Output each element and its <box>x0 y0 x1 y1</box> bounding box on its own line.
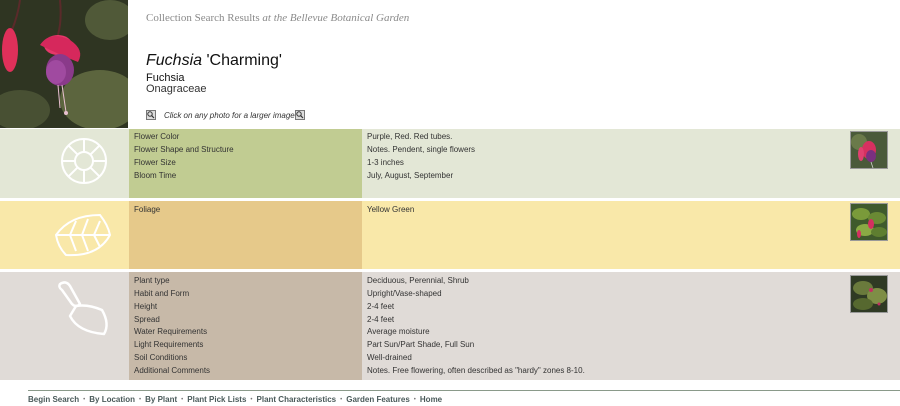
plant-labels: Plant type Habit and Form Height Spread … <box>129 272 362 380</box>
row-value: Purple, Red. Red tubes. <box>367 132 453 141</box>
footer-link-by-plant[interactable]: By Plant <box>145 395 177 404</box>
foliage-section: Foliage Yellow Green <box>0 201 900 269</box>
genus: Fuchsia <box>146 52 203 69</box>
row-label: Soil Conditions <box>134 353 188 362</box>
row-label: Flower Color <box>134 132 180 141</box>
heading-garden: at the Bellevue Botanical Garden <box>262 12 410 24</box>
heading-text: Collection Search Results <box>146 12 260 24</box>
magnify-icon[interactable] <box>146 110 156 120</box>
row-label: Additional Comments <box>134 366 211 375</box>
footer-separator: • <box>139 396 142 403</box>
flower-labels: Flower Color Flower Shape and Structure … <box>129 129 362 198</box>
row-label: Light Requirements <box>134 340 204 349</box>
row-value: Yellow Green <box>367 205 415 214</box>
page-heading: Collection Search Results at the Bellevu… <box>146 12 409 24</box>
row-label: Flower Shape and Structure <box>134 145 234 154</box>
flower-values: Purple, Red. Red tubes. Notes. Pendent, … <box>362 129 900 198</box>
footer-divider <box>28 390 900 391</box>
row-label: Height <box>134 302 158 311</box>
row-value: 2-4 feet <box>367 302 395 311</box>
trowel-icon <box>58 281 108 336</box>
hero-photo[interactable] <box>0 0 128 128</box>
footer-link-begin-search[interactable]: Begin Search <box>28 395 79 404</box>
plant-thumbnail[interactable] <box>850 275 888 313</box>
row-label: Spread <box>134 315 160 324</box>
footer-separator: • <box>181 396 184 403</box>
row-value: July, August, September <box>367 171 454 180</box>
row-label: Flower Size <box>134 158 176 167</box>
row-value: Upright/Vase-shaped <box>367 289 442 298</box>
row-value: Deciduous, Perennial, Shrub <box>367 276 469 285</box>
footer-separator: • <box>250 396 253 403</box>
row-value: Notes. Pendent, single flowers <box>367 145 476 154</box>
flower-icon-cell <box>0 129 129 198</box>
row-label: Foliage <box>134 205 161 214</box>
footer-link-plant-characteristics[interactable]: Plant Characteristics <box>257 395 337 404</box>
footer-link-by-location[interactable]: By Location <box>89 395 135 404</box>
footer-nav: Begin Search • By Location • By Plant • … <box>28 395 442 404</box>
footer-separator: • <box>83 396 86 403</box>
plant-values: Deciduous, Perennial, Shrub Upright/Vase… <box>362 272 900 380</box>
flower-section: Flower Color Flower Shape and Structure … <box>0 129 900 198</box>
row-value: Average moisture <box>367 327 430 336</box>
foliage-thumbnail[interactable] <box>850 203 888 241</box>
row-value: 2-4 feet <box>367 315 395 324</box>
row-value: Part Sun/Part Shade, Full Sun <box>367 340 475 349</box>
row-label: Habit and Form <box>134 289 190 298</box>
foliage-values: Yellow Green <box>362 201 900 269</box>
plant-section: Plant type Habit and Form Height Spread … <box>0 272 900 380</box>
photo-hint: Click on any photo for a larger image <box>146 109 305 121</box>
footer-link-plant-pick-lists[interactable]: Plant Pick Lists <box>187 395 246 404</box>
footer-link-home[interactable]: Home <box>420 395 442 404</box>
photo-hint-text: Click on any photo for a larger image <box>164 110 295 120</box>
row-value: Well-drained <box>367 353 412 362</box>
leaf-icon <box>54 213 112 257</box>
family-name: Onagraceae <box>146 83 207 95</box>
row-value: Notes. Free flowering, often described a… <box>367 366 585 375</box>
row-label: Water Requirements <box>134 327 208 336</box>
leaf-icon-cell <box>0 201 129 269</box>
magnify-icon[interactable] <box>294 110 305 120</box>
scientific-name: Fuchsia 'Charming' <box>146 52 282 70</box>
page-header: Collection Search Results at the Bellevu… <box>0 0 900 128</box>
row-value: 1-3 inches <box>367 158 404 167</box>
footer-separator: • <box>413 396 416 403</box>
foliage-labels: Foliage <box>129 201 362 269</box>
flower-thumbnail[interactable] <box>850 131 888 169</box>
cultivar: 'Charming' <box>206 52 282 69</box>
row-label: Bloom Time <box>134 171 177 180</box>
row-label: Plant type <box>134 276 170 285</box>
footer-separator: • <box>340 396 343 403</box>
flower-icon <box>61 138 107 184</box>
trowel-icon-cell <box>0 272 129 380</box>
footer-link-garden-features[interactable]: Garden Features <box>346 395 410 404</box>
